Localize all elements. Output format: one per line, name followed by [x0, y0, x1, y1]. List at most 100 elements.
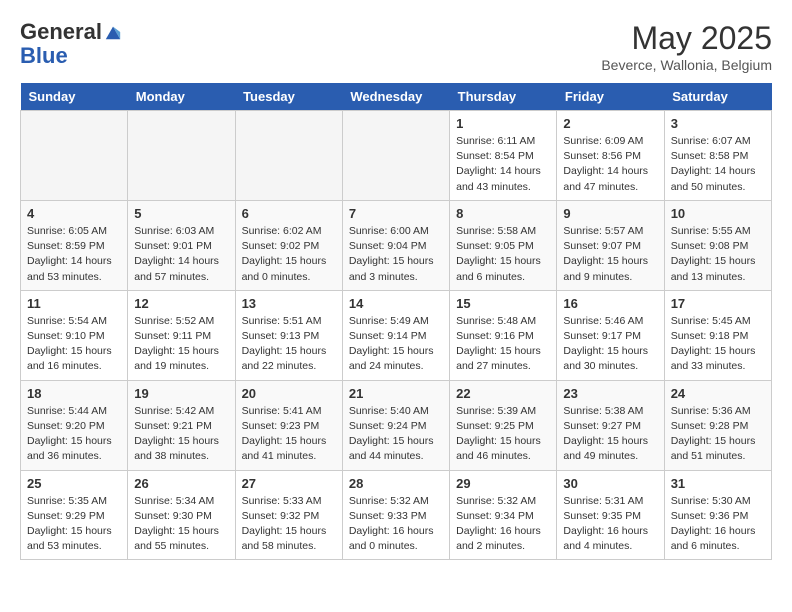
- day-info: Sunrise: 6:05 AM Sunset: 8:59 PM Dayligh…: [27, 224, 121, 285]
- page-header: General Blue May 2025 Beverce, Wallonia,…: [20, 20, 772, 73]
- day-info: Sunrise: 6:00 AM Sunset: 9:04 PM Dayligh…: [349, 224, 443, 285]
- day-number: 26: [134, 476, 228, 491]
- weekday-thursday: Thursday: [450, 83, 557, 111]
- day-number: 14: [349, 296, 443, 311]
- calendar-cell: 3Sunrise: 6:07 AM Sunset: 8:58 PM Daylig…: [664, 111, 771, 201]
- weekday-tuesday: Tuesday: [235, 83, 342, 111]
- day-info: Sunrise: 5:52 AM Sunset: 9:11 PM Dayligh…: [134, 314, 228, 375]
- day-info: Sunrise: 5:33 AM Sunset: 9:32 PM Dayligh…: [242, 494, 336, 555]
- day-info: Sunrise: 5:41 AM Sunset: 9:23 PM Dayligh…: [242, 404, 336, 465]
- calendar-cell: 6 Sunrise: 6:02 AM Sunset: 9:02 PM Daylig…: [235, 200, 342, 290]
- day-number: 13: [242, 296, 336, 311]
- calendar-cell: 14 Sunrise: 5:49 AM Sunset: 9:14 PM Dayli…: [342, 290, 449, 380]
- calendar-cell: 16 Sunrise: 5:46 AM Sunset: 9:17 PM Dayli…: [557, 290, 664, 380]
- day-number: 10: [671, 206, 765, 221]
- calendar-cell: 12 Sunrise: 5:52 AM Sunset: 9:11 PM Dayli…: [128, 290, 235, 380]
- weekday-header-row: SundayMondayTuesdayWednesdayThursdayFrid…: [21, 83, 772, 111]
- day-number: 18: [27, 386, 121, 401]
- calendar-cell: 10 Sunrise: 5:55 AM Sunset: 9:08 PM Dayli…: [664, 200, 771, 290]
- day-info: Sunrise: 5:54 AM Sunset: 9:10 PM Dayligh…: [27, 314, 121, 375]
- day-number: 31: [671, 476, 765, 491]
- calendar-cell: 17Sunrise: 5:45 AM Sunset: 9:18 PM Dayli…: [664, 290, 771, 380]
- day-number: 7: [349, 206, 443, 221]
- calendar-cell: [128, 111, 235, 201]
- day-number: 8: [456, 206, 550, 221]
- calendar-cell: 4 Sunrise: 6:05 AM Sunset: 8:59 PM Daylig…: [21, 200, 128, 290]
- day-number: 2: [563, 116, 657, 131]
- day-info: Sunrise: 5:58 AM Sunset: 9:05 PM Dayligh…: [456, 224, 550, 285]
- day-number: 15: [456, 296, 550, 311]
- calendar-cell: 7 Sunrise: 6:00 AM Sunset: 9:04 PM Daylig…: [342, 200, 449, 290]
- calendar-cell: 2 Sunrise: 6:09 AM Sunset: 8:56 PM Daylig…: [557, 111, 664, 201]
- day-number: 28: [349, 476, 443, 491]
- calendar-cell: 11 Sunrise: 5:54 AM Sunset: 9:10 PM Dayli…: [21, 290, 128, 380]
- calendar-cell: 23Sunrise: 5:38 AM Sunset: 9:27 PM Dayli…: [557, 380, 664, 470]
- day-info: Sunrise: 5:35 AM Sunset: 9:29 PM Dayligh…: [27, 494, 121, 555]
- day-number: 16: [563, 296, 657, 311]
- day-info: Sunrise: 6:03 AM Sunset: 9:01 PM Dayligh…: [134, 224, 228, 285]
- calendar-cell: 29Sunrise: 5:32 AM Sunset: 9:34 PM Dayli…: [450, 470, 557, 560]
- weekday-monday: Monday: [128, 83, 235, 111]
- week-row-5: 25 Sunrise: 5:35 AM Sunset: 9:29 PM Dayli…: [21, 470, 772, 560]
- calendar-cell: 31Sunrise: 5:30 AM Sunset: 9:36 PM Dayli…: [664, 470, 771, 560]
- calendar-cell: 13 Sunrise: 5:51 AM Sunset: 9:13 PM Dayli…: [235, 290, 342, 380]
- calendar-cell: 1Sunrise: 6:11 AM Sunset: 8:54 PM Daylig…: [450, 111, 557, 201]
- logo-blue: Blue: [20, 43, 68, 68]
- day-info: Sunrise: 5:48 AM Sunset: 9:16 PM Dayligh…: [456, 314, 550, 375]
- calendar-cell: [21, 111, 128, 201]
- day-number: 21: [349, 386, 443, 401]
- calendar-cell: 18 Sunrise: 5:44 AM Sunset: 9:20 PM Dayli…: [21, 380, 128, 470]
- day-info: Sunrise: 6:02 AM Sunset: 9:02 PM Dayligh…: [242, 224, 336, 285]
- day-number: 24: [671, 386, 765, 401]
- calendar-cell: 24 Sunrise: 5:36 AM Sunset: 9:28 PM Dayli…: [664, 380, 771, 470]
- calendar-cell: 8 Sunrise: 5:58 AM Sunset: 9:05 PM Daylig…: [450, 200, 557, 290]
- weekday-wednesday: Wednesday: [342, 83, 449, 111]
- day-number: 25: [27, 476, 121, 491]
- day-info: Sunrise: 5:46 AM Sunset: 9:17 PM Dayligh…: [563, 314, 657, 375]
- day-info: Sunrise: 5:36 AM Sunset: 9:28 PM Dayligh…: [671, 404, 765, 465]
- day-number: 12: [134, 296, 228, 311]
- day-number: 22: [456, 386, 550, 401]
- day-info: Sunrise: 5:34 AM Sunset: 9:30 PM Dayligh…: [134, 494, 228, 555]
- calendar-cell: 28 Sunrise: 5:32 AM Sunset: 9:33 PM Dayli…: [342, 470, 449, 560]
- weekday-friday: Friday: [557, 83, 664, 111]
- day-info: Sunrise: 5:40 AM Sunset: 9:24 PM Dayligh…: [349, 404, 443, 465]
- calendar-cell: [342, 111, 449, 201]
- day-info: Sunrise: 6:09 AM Sunset: 8:56 PM Dayligh…: [563, 134, 657, 195]
- weekday-sunday: Sunday: [21, 83, 128, 111]
- day-number: 4: [27, 206, 121, 221]
- logo: General Blue: [20, 20, 122, 68]
- day-number: 6: [242, 206, 336, 221]
- day-info: Sunrise: 5:49 AM Sunset: 9:14 PM Dayligh…: [349, 314, 443, 375]
- day-info: Sunrise: 5:31 AM Sunset: 9:35 PM Dayligh…: [563, 494, 657, 555]
- day-number: 1: [456, 116, 550, 131]
- calendar-cell: 9Sunrise: 5:57 AM Sunset: 9:07 PM Daylig…: [557, 200, 664, 290]
- day-info: Sunrise: 5:51 AM Sunset: 9:13 PM Dayligh…: [242, 314, 336, 375]
- title-block: May 2025 Beverce, Wallonia, Belgium: [601, 20, 772, 73]
- logo-icon: [104, 23, 122, 41]
- calendar-cell: 30 Sunrise: 5:31 AM Sunset: 9:35 PM Dayli…: [557, 470, 664, 560]
- calendar-cell: 20Sunrise: 5:41 AM Sunset: 9:23 PM Dayli…: [235, 380, 342, 470]
- day-info: Sunrise: 5:44 AM Sunset: 9:20 PM Dayligh…: [27, 404, 121, 465]
- month-title: May 2025: [601, 20, 772, 57]
- day-info: Sunrise: 5:55 AM Sunset: 9:08 PM Dayligh…: [671, 224, 765, 285]
- day-number: 27: [242, 476, 336, 491]
- calendar-cell: 15 Sunrise: 5:48 AM Sunset: 9:16 PM Dayli…: [450, 290, 557, 380]
- week-row-3: 11 Sunrise: 5:54 AM Sunset: 9:10 PM Dayli…: [21, 290, 772, 380]
- calendar-cell: 21 Sunrise: 5:40 AM Sunset: 9:24 PM Dayli…: [342, 380, 449, 470]
- week-row-4: 18 Sunrise: 5:44 AM Sunset: 9:20 PM Dayli…: [21, 380, 772, 470]
- day-number: 11: [27, 296, 121, 311]
- day-info: Sunrise: 5:32 AM Sunset: 9:33 PM Dayligh…: [349, 494, 443, 555]
- day-number: 29: [456, 476, 550, 491]
- day-number: 23: [563, 386, 657, 401]
- calendar-cell: [235, 111, 342, 201]
- week-row-2: 4 Sunrise: 6:05 AM Sunset: 8:59 PM Daylig…: [21, 200, 772, 290]
- day-info: Sunrise: 5:39 AM Sunset: 9:25 PM Dayligh…: [456, 404, 550, 465]
- calendar-cell: 19Sunrise: 5:42 AM Sunset: 9:21 PM Dayli…: [128, 380, 235, 470]
- calendar-cell: 27 Sunrise: 5:33 AM Sunset: 9:32 PM Dayli…: [235, 470, 342, 560]
- day-info: Sunrise: 6:07 AM Sunset: 8:58 PM Dayligh…: [671, 134, 765, 195]
- day-number: 5: [134, 206, 228, 221]
- calendar-table: SundayMondayTuesdayWednesdayThursdayFrid…: [20, 83, 772, 560]
- day-number: 30: [563, 476, 657, 491]
- week-row-1: 1Sunrise: 6:11 AM Sunset: 8:54 PM Daylig…: [21, 111, 772, 201]
